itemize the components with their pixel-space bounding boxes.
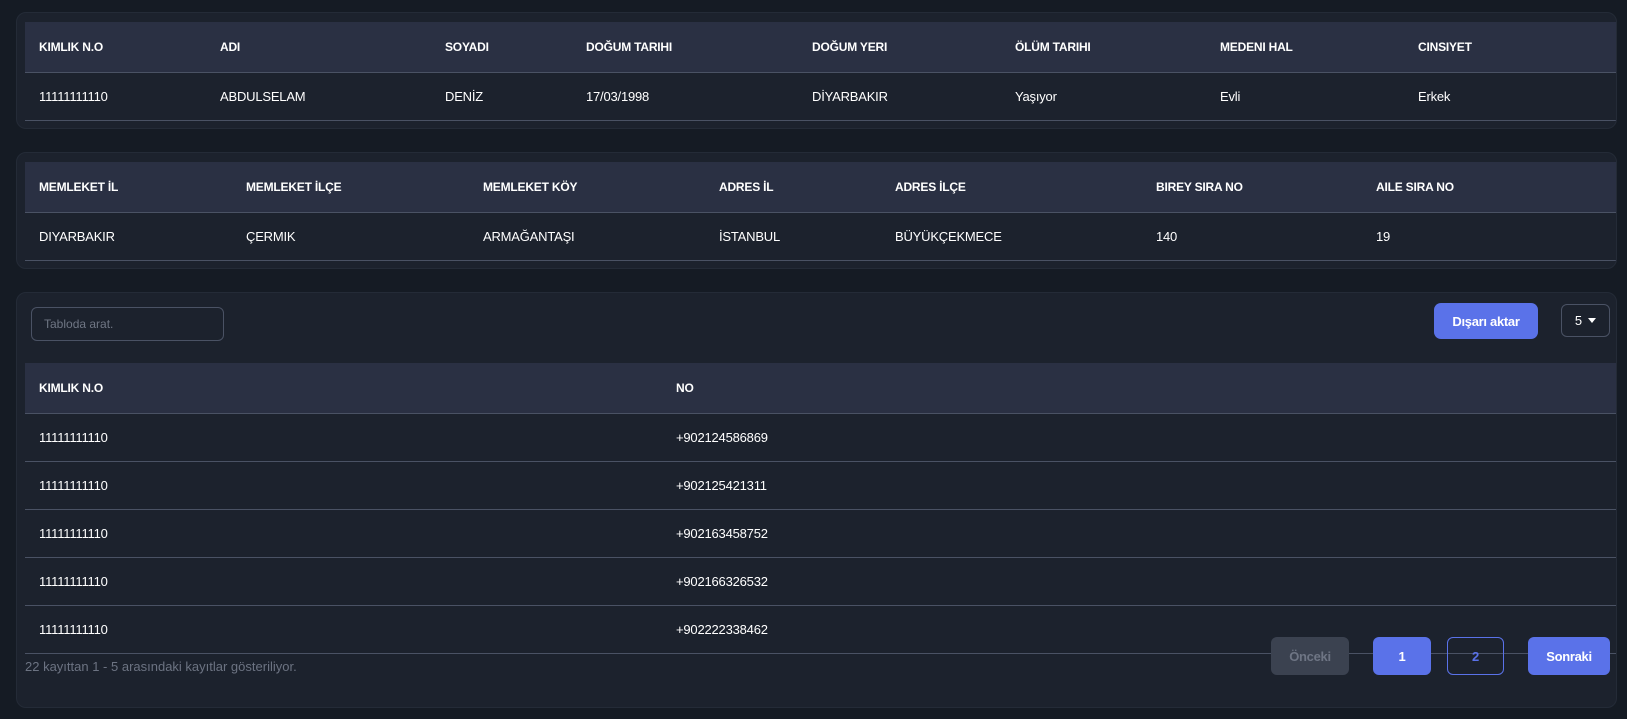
- cell-kimlik-no: 11111111110: [25, 605, 662, 654]
- column-header-kimlik-no[interactable]: KIMLIK N.O: [25, 363, 662, 414]
- column-header-cinsiyet[interactable]: CINSIYET: [1404, 22, 1616, 73]
- export-button[interactable]: Dışarı aktar: [1434, 303, 1538, 339]
- cell-phone-no: +902125421311: [662, 461, 1616, 510]
- column-header-memleket-ilce[interactable]: MEMLEKET İLÇE: [232, 162, 469, 213]
- page-2-button[interactable]: 2: [1447, 637, 1504, 675]
- page-1-button[interactable]: 1: [1373, 637, 1431, 675]
- table-row: 11111111110 ABDULSELAM DENİZ 17/03/1998 …: [25, 72, 1616, 121]
- cell-dogum-tarihi: 17/03/1998: [572, 72, 798, 121]
- column-header-kimlik-no[interactable]: KIMLIK N.O: [25, 22, 206, 73]
- column-header-birey-sira-no[interactable]: BIREY SIRA NO: [1142, 162, 1362, 213]
- cell-phone-no: +902163458752: [662, 509, 1616, 558]
- phone-numbers-table: KIMLIK N.O NO 11111111110 +902124586869 …: [25, 363, 1616, 654]
- column-header-adres-il[interactable]: ADRES İL: [705, 162, 881, 213]
- cell-birey-sira-no: 140: [1142, 212, 1362, 261]
- table-row: 11111111110 +902125421311: [25, 461, 1616, 510]
- column-header-soyadi[interactable]: SOYADI: [431, 22, 572, 73]
- table-header-row: KIMLIK N.O ADI SOYADI DOĞUM TARIHI DOĞUM…: [25, 22, 1616, 73]
- cell-kimlik-no: 11111111110: [25, 509, 662, 558]
- table-header-row: MEMLEKET İL MEMLEKET İLÇE MEMLEKET KÖY A…: [25, 162, 1616, 213]
- cell-olum-tarihi: Yaşıyor: [1001, 72, 1206, 121]
- cell-soyadi: DENİZ: [431, 72, 572, 121]
- address-info-card: MEMLEKET İL MEMLEKET İLÇE MEMLEKET KÖY A…: [16, 152, 1617, 269]
- column-header-medeni-hal[interactable]: MEDENI HAL: [1206, 22, 1404, 73]
- previous-page-button[interactable]: Önceki: [1271, 637, 1349, 675]
- column-header-aile-sira-no[interactable]: AILE SIRA NO: [1362, 162, 1616, 213]
- column-header-dogum-yeri[interactable]: DOĞUM YERI: [798, 22, 1001, 73]
- column-header-memleket-koy[interactable]: MEMLEKET KÖY: [469, 162, 705, 213]
- cell-adres-ilce: BÜYÜKÇEKMECE: [881, 212, 1142, 261]
- cell-kimlik-no: 11111111110: [25, 72, 206, 121]
- cell-adi: ABDULSELAM: [206, 72, 431, 121]
- column-header-adi[interactable]: ADI: [206, 22, 431, 73]
- cell-aile-sira-no: 19: [1362, 212, 1616, 261]
- table-header-row: KIMLIK N.O NO: [25, 363, 1616, 414]
- person-info-card: KIMLIK N.O ADI SOYADI DOĞUM TARIHI DOĞUM…: [16, 12, 1617, 129]
- next-page-button[interactable]: Sonraki: [1528, 637, 1610, 675]
- column-header-adres-ilce[interactable]: ADRES İLÇE: [881, 162, 1142, 213]
- table-row: DIYARBAKIR ÇERMIK ARMAĞANTAŞI İSTANBUL B…: [25, 212, 1616, 261]
- table-row: 11111111110 +902166326532: [25, 557, 1616, 606]
- column-header-dogum-tarihi[interactable]: DOĞUM TARIHI: [572, 22, 798, 73]
- table-row: 11111111110 +902124586869: [25, 413, 1616, 462]
- table-row: 11111111110 +902163458752: [25, 509, 1616, 558]
- table-search-input[interactable]: [31, 307, 224, 341]
- cell-memleket-koy: ARMAĞANTAŞI: [469, 212, 705, 261]
- cell-cinsiyet: Erkek: [1404, 72, 1616, 121]
- cell-kimlik-no: 11111111110: [25, 461, 662, 510]
- address-info-table: MEMLEKET İL MEMLEKET İLÇE MEMLEKET KÖY A…: [25, 162, 1616, 261]
- cell-dogum-yeri: DİYARBAKIR: [798, 72, 1001, 121]
- chevron-down-icon: [1588, 318, 1597, 323]
- cell-memleket-il: DIYARBAKIR: [25, 212, 232, 261]
- cell-phone-no: +902166326532: [662, 557, 1616, 606]
- column-header-no[interactable]: NO: [662, 363, 1616, 414]
- page-size-select[interactable]: 5: [1561, 304, 1610, 337]
- column-header-memleket-il[interactable]: MEMLEKET İL: [25, 162, 232, 213]
- cell-memleket-ilce: ÇERMIK: [232, 212, 469, 261]
- phone-numbers-card: Dışarı aktar 5 KIMLIK N.O NO 11111111110…: [16, 292, 1617, 708]
- person-info-table: KIMLIK N.O ADI SOYADI DOĞUM TARIHI DOĞUM…: [25, 22, 1616, 121]
- cell-kimlik-no: 11111111110: [25, 557, 662, 606]
- page-size-value: 5: [1574, 313, 1583, 328]
- column-header-olum-tarihi[interactable]: ÖLÜM TARIHI: [1001, 22, 1206, 73]
- cell-adres-il: İSTANBUL: [705, 212, 881, 261]
- records-info-text: 22 kayıttan 1 - 5 arasındaki kayıtlar gö…: [25, 659, 297, 674]
- cell-phone-no: +902124586869: [662, 413, 1616, 462]
- cell-kimlik-no: 11111111110: [25, 413, 662, 462]
- cell-medeni-hal: Evli: [1206, 72, 1404, 121]
